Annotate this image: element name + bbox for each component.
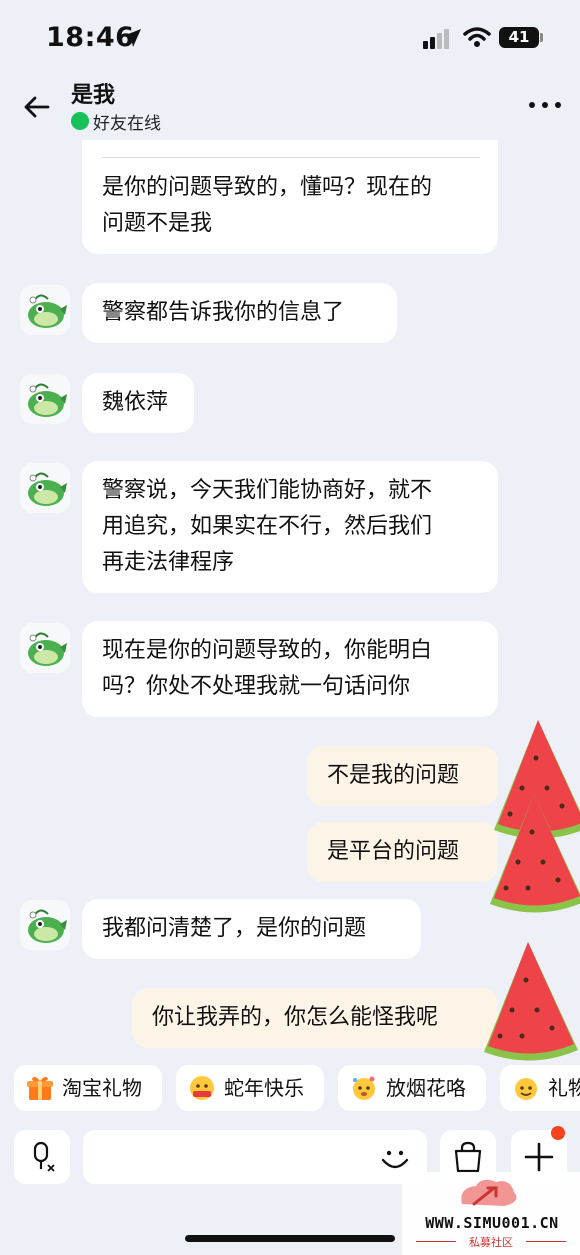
watermelon-sticker-icon bbox=[484, 942, 578, 1061]
message-bubble[interactable]: 警察说，今天我们能协商好，就不 用追究，如果实在不行，然后我们 再走法律程序 bbox=[82, 461, 498, 593]
gift-box-icon bbox=[27, 1076, 53, 1100]
site-url: WWW.SIMU001.CN bbox=[425, 1214, 559, 1232]
chat-header: 是我 好友在线 bbox=[0, 72, 580, 140]
contact-name[interactable]: 是我 bbox=[71, 77, 115, 109]
site-logo-icon bbox=[461, 1179, 517, 1206]
location-arrow-icon bbox=[123, 29, 141, 47]
quick-chip-snake-year[interactable]: 蛇年快乐 bbox=[176, 1065, 324, 1111]
watermelon-sticker-icon bbox=[490, 794, 580, 913]
status-bar: 18:46 41 bbox=[0, 0, 580, 72]
battery-icon: 41 bbox=[499, 27, 539, 48]
chip-label: 淘宝礼物 bbox=[62, 1076, 142, 1100]
more-options-icon[interactable] bbox=[529, 102, 563, 110]
battery-nub bbox=[540, 33, 543, 42]
cellular-signal-icon bbox=[423, 29, 449, 49]
contact-avatar-icon bbox=[28, 632, 67, 666]
contact-avatar[interactable] bbox=[20, 900, 70, 950]
contact-avatar[interactable] bbox=[20, 623, 70, 673]
emoji-icon[interactable] bbox=[378, 1141, 412, 1175]
online-status-text: 好友在线 bbox=[93, 114, 161, 134]
contact-avatar[interactable] bbox=[20, 374, 70, 424]
message-bubble[interactable]: 不是我的问题 bbox=[307, 746, 498, 806]
quick-chip-taobao-gift[interactable]: 淘宝礼物 bbox=[14, 1065, 162, 1111]
plus-icon bbox=[524, 1142, 554, 1172]
quick-chip-fireworks[interactable]: 放烟花咯 bbox=[338, 1065, 486, 1111]
message-bubble[interactable]: 警察都告诉我你的信息了 bbox=[82, 283, 397, 343]
message-input[interactable] bbox=[83, 1130, 427, 1184]
back-arrow-icon[interactable] bbox=[22, 92, 52, 122]
snake-new-year-emoji-icon bbox=[190, 1076, 214, 1100]
message-bubble[interactable]: 现在是你的问题导致的，你能明白 吗？你处不处理我就一句话问你 bbox=[82, 621, 498, 717]
contact-avatar-icon bbox=[28, 294, 67, 328]
message-bubble[interactable]: 你让我弄的，你怎么能怪我呢 bbox=[132, 988, 498, 1048]
message-divider bbox=[102, 157, 480, 158]
message-bubble[interactable]: 是平台的问题 bbox=[307, 822, 498, 882]
voice-input-button[interactable] bbox=[14, 1130, 70, 1184]
message-bubble[interactable]: 我都问清楚了，是你的问题 bbox=[82, 899, 421, 959]
chip-label: 礼物 bbox=[548, 1076, 580, 1100]
voice-input-icon bbox=[33, 1141, 55, 1172]
contact-avatar[interactable] bbox=[20, 463, 70, 513]
online-status-dot bbox=[71, 112, 89, 130]
gift-emoji-icon bbox=[515, 1078, 537, 1100]
notification-badge bbox=[551, 1126, 565, 1140]
chip-label: 放烟花咯 bbox=[386, 1076, 466, 1100]
site-tagline: 私募社区 bbox=[469, 1236, 513, 1249]
contact-avatar-icon bbox=[28, 909, 67, 943]
home-indicator[interactable] bbox=[185, 1235, 395, 1242]
contact-avatar-icon bbox=[28, 472, 67, 506]
chip-label: 蛇年快乐 bbox=[224, 1076, 304, 1100]
contact-avatar-icon bbox=[28, 383, 67, 417]
quick-chip-gift[interactable]: 礼物 bbox=[500, 1065, 580, 1111]
wifi-icon bbox=[463, 27, 491, 47]
contact-avatar[interactable] bbox=[20, 285, 70, 335]
fireworks-emoji-icon bbox=[353, 1076, 375, 1100]
site-watermark: WWW.SIMU001.CN 私募社区 bbox=[402, 1172, 580, 1255]
chat-screen: 18:46 41 是我 好友在线 是你的问题导致的，懂吗？现在的 问题不是我 警… bbox=[0, 0, 580, 1255]
shopping-bag-icon bbox=[454, 1141, 482, 1173]
message-bubble[interactable]: 魏依萍 bbox=[82, 373, 194, 433]
